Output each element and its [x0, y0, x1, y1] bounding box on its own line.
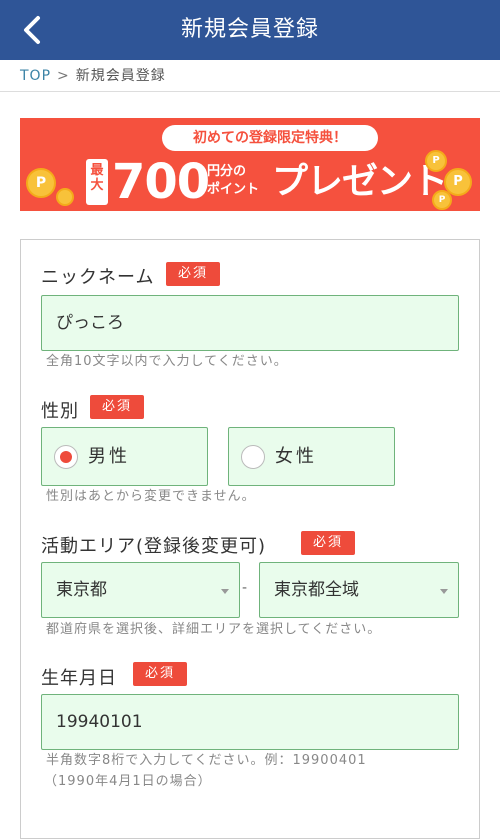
radio-selected-icon — [54, 445, 78, 469]
gender-option-label: 女性 — [275, 446, 317, 467]
banner-amount: 700 — [112, 154, 210, 210]
gender-help: 性別はあとから変更できません。 — [46, 489, 256, 504]
coin-icon — [56, 188, 74, 206]
breadcrumb-current: 新規会員登録 — [75, 68, 166, 84]
birthday-input[interactable]: 19940101 — [41, 694, 459, 750]
breadcrumb-top-link[interactable]: TOP — [20, 68, 51, 84]
area-detail-select[interactable]: 東京都全域 — [259, 562, 459, 618]
nickname-label: ニックネーム — [41, 267, 155, 288]
required-badge: 必須 — [166, 262, 220, 286]
birthday-label: 生年月日 — [41, 668, 117, 689]
gender-radio-male[interactable]: 男性 — [41, 427, 208, 486]
banner-unit-line1: 円分の — [207, 164, 247, 179]
birthday-help: 半角数字8桁で入力してください。例：19900401 — [46, 753, 367, 768]
breadcrumb: TOP > 新規会員登録 — [0, 60, 500, 92]
area-label: 活動エリア(登録後変更可) — [41, 536, 267, 557]
prefecture-select-value: 東京都 — [56, 580, 107, 600]
birthday-help-example: （1990年4月1日の場合） — [44, 774, 212, 789]
area-separator: - — [242, 580, 248, 596]
coin-icon: P — [425, 150, 447, 172]
banner-present-word: プレゼント — [272, 161, 448, 202]
page-title: 新規会員登録 — [180, 17, 319, 42]
coin-icon: P — [432, 190, 452, 210]
required-badge: 必須 — [90, 395, 144, 419]
gender-radio-female[interactable]: 女性 — [228, 427, 395, 486]
radio-unselected-icon — [241, 445, 265, 469]
caret-down-icon — [440, 589, 448, 594]
area-help: 都道府県を選択後、詳細エリアを選択してください。 — [46, 622, 382, 637]
prefecture-select[interactable]: 東京都 — [41, 562, 240, 618]
nickname-input[interactable]: ぴっころ — [41, 295, 459, 351]
gender-option-label: 男性 — [88, 446, 130, 467]
gender-label: 性別 — [41, 401, 79, 422]
caret-down-icon — [221, 589, 229, 594]
area-detail-select-value: 東京都全域 — [274, 580, 359, 600]
promo-banner[interactable]: 初めての登録限定特典！ P 最大 700 円分の ポイント プレゼント P P … — [20, 118, 480, 211]
coin-icon: P — [26, 168, 56, 198]
breadcrumb-separator: > — [57, 68, 70, 84]
banner-unit: 円分の ポイント — [207, 163, 269, 199]
banner-unit-line2: ポイント — [207, 182, 260, 197]
required-badge: 必須 — [301, 531, 355, 555]
required-badge: 必須 — [133, 662, 187, 686]
nickname-help: 全角10文字以内で入力してください。 — [46, 354, 288, 369]
banner-max-label: 最大 — [86, 159, 108, 205]
banner-headline: 初めての登録限定特典！ — [162, 125, 378, 151]
app-header: 新規会員登録 — [0, 0, 500, 60]
